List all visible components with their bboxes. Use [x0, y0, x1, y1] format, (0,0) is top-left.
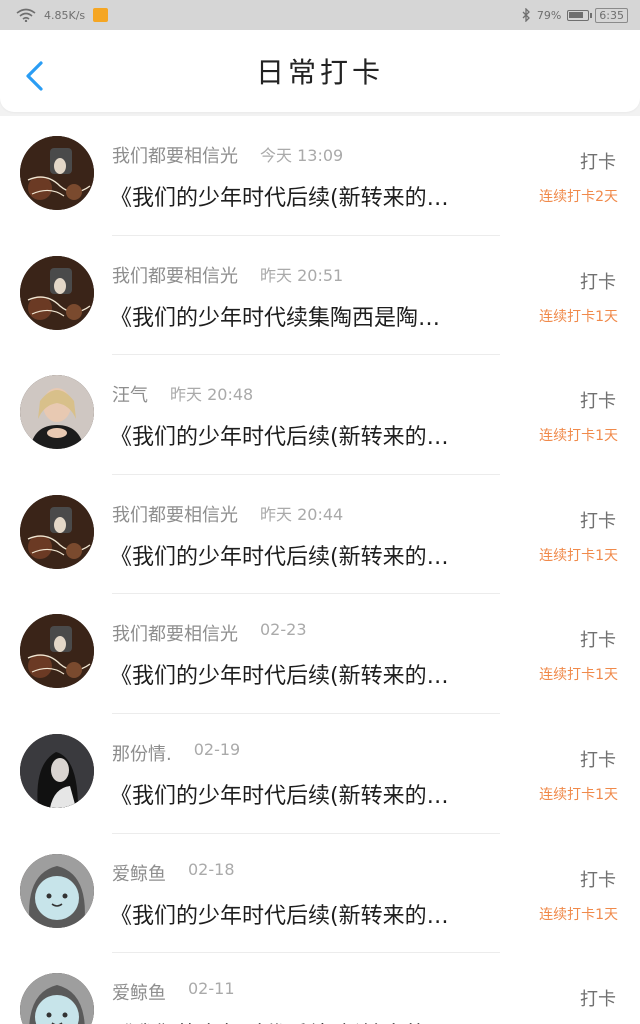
user-name: 爱鲸鱼: [112, 863, 166, 885]
post-time: 02-19: [193, 739, 241, 759]
checkin-content[interactable]: 《我们的少年时代后续(新转来的…: [110, 658, 518, 690]
bluetooth-icon: [522, 8, 530, 22]
avatar[interactable]: [20, 255, 94, 330]
list-item[interactable]: 我们都要相信光 今天 13:09 《我们的少年时代后续(新转来的… 打卡连续打卡2天: [0, 116, 640, 236]
user-name: 我们都要相信光: [112, 624, 238, 646]
checkin-content[interactable]: 《我们的少年时代后续(新转来的…: [110, 1017, 518, 1024]
post-time: 02-11: [188, 979, 235, 999]
list-item[interactable]: 那份情. 02-19 《我们的少年时代后续(新转来的… 打卡连续打卡1天: [0, 714, 640, 834]
post-time: 02-23: [260, 620, 307, 640]
avatar[interactable]: [20, 494, 94, 569]
post-time: 昨天 20:44: [260, 504, 344, 524]
user-name: 我们都要相信光: [112, 504, 238, 526]
checkin-button[interactable]: 打卡: [580, 985, 616, 1011]
streak-label: 连续打卡1天: [539, 667, 618, 684]
checkin-button[interactable]: 打卡: [580, 866, 616, 892]
list-item[interactable]: 我们都要相信光 02-23 《我们的少年时代后续(新转来的… 打卡连续打卡1天: [0, 594, 640, 714]
list-item[interactable]: 爱鲸鱼02-11《我们的少年时代后续(新转来的…打卡连续打卡1天: [0, 953, 640, 1024]
streak-label: 连续打卡1天: [539, 906, 618, 923]
post-time: 昨天 20:48: [170, 385, 254, 405]
user-name-row: 我们都要相信光 昨天 20:51: [112, 262, 343, 288]
post-time: 今天 13:09: [260, 146, 344, 165]
network-speed: 4.85K/s: [44, 8, 86, 22]
status-bar: 4.85K/s 79% 6:35: [0, 0, 640, 30]
avatar[interactable]: [20, 614, 94, 689]
user-name: 爱鲸鱼: [112, 983, 166, 1005]
checkin-content[interactable]: 《我们的少年时代后续(新转来的…: [110, 539, 518, 571]
user-name: 那份情.: [112, 743, 172, 765]
list-item[interactable]: 汪气 昨天 20:48 《我们的少年时代后续(新转来的… 打卡连续打卡1天: [0, 355, 640, 475]
clock: 6:35: [595, 7, 628, 23]
streak-label: 连续打卡1天: [539, 547, 618, 564]
notification-app-icon: [93, 8, 109, 22]
checkin-button[interactable]: 打卡: [580, 148, 616, 174]
checkin-button[interactable]: 打卡: [580, 626, 616, 652]
user-name-row: 爱鲸鱼 02-11: [112, 979, 235, 1005]
checkin-list: 我们都要相信光 今天 13:09 《我们的少年时代后续(新转来的… 打卡 连续打卡2天我…: [0, 116, 640, 1024]
checkin-button[interactable]: 打卡: [580, 507, 616, 533]
avatar[interactable]: [20, 375, 94, 450]
user-name-row: 我们都要相信光 02-23: [112, 620, 307, 646]
list-item[interactable]: 爱鲸鱼 02-18 《我们的少年时代后续(新转来的… 打卡连续打卡1天: [0, 834, 640, 954]
checkin-content[interactable]: 《我们的少年时代后续(新转来的…: [110, 778, 518, 810]
battery-percent: 79%: [536, 8, 562, 22]
list-item[interactable]: 我们都要相信光 昨天 20:44 《我们的少年时代后续(新转来的… 打卡连续打卡1天: [0, 475, 640, 595]
avatar[interactable]: [20, 853, 94, 928]
checkin-content[interactable]: 《我们的少年时代续集陶西是陶…: [110, 300, 518, 332]
streak-label: 连续打卡1天: [539, 786, 618, 803]
post-time: 昨天 20:51: [260, 265, 344, 285]
user-name-row: 汪气 昨天 20:48: [112, 381, 253, 407]
checkin-button[interactable]: 打卡: [580, 746, 616, 772]
avatar[interactable]: [20, 733, 94, 808]
checkin-content[interactable]: 《我们的少年时代后续(新转来的…: [110, 180, 518, 212]
user-name-row: 我们都要相信光 昨天 20:44: [112, 501, 343, 527]
user-name-row: 我们都要相信光 今天 13:09: [112, 142, 343, 168]
user-name: 我们都要相信光: [112, 265, 238, 287]
back-arrow-icon[interactable]: [22, 60, 48, 92]
streak-label: 连续打卡1天: [539, 308, 618, 325]
avatar[interactable]: [20, 973, 94, 1024]
user-name-row: 爱鲸鱼 02-18: [112, 860, 235, 886]
streak-label: 连续打卡1天: [539, 428, 618, 445]
user-name: 我们都要相信光: [112, 146, 238, 167]
checkin-button[interactable]: 打卡: [580, 268, 616, 294]
battery-fill: [569, 11, 583, 18]
battery-icon: [567, 9, 593, 21]
checkin-content[interactable]: 《我们的少年时代后续(新转来的…: [110, 419, 518, 451]
user-name-row: 那份情. 02-19: [112, 740, 240, 766]
user-name: 汪气: [112, 385, 148, 407]
checkin-content[interactable]: 《我们的少年时代后续(新转来的…: [110, 898, 518, 930]
post-time: 02-18: [188, 859, 235, 879]
wifi-icon: [16, 8, 36, 22]
nav-bar: 日常打卡: [0, 30, 640, 112]
avatar[interactable]: [20, 136, 94, 210]
checkin-button[interactable]: 打卡: [580, 387, 616, 413]
list-item[interactable]: 我们都要相信光 昨天 20:51 《我们的少年时代续集陶西是陶… 打卡连续打卡1天: [0, 236, 640, 356]
streak-label: 连续打卡2天: [539, 189, 618, 205]
page-title: 日常打卡: [255, 56, 384, 89]
